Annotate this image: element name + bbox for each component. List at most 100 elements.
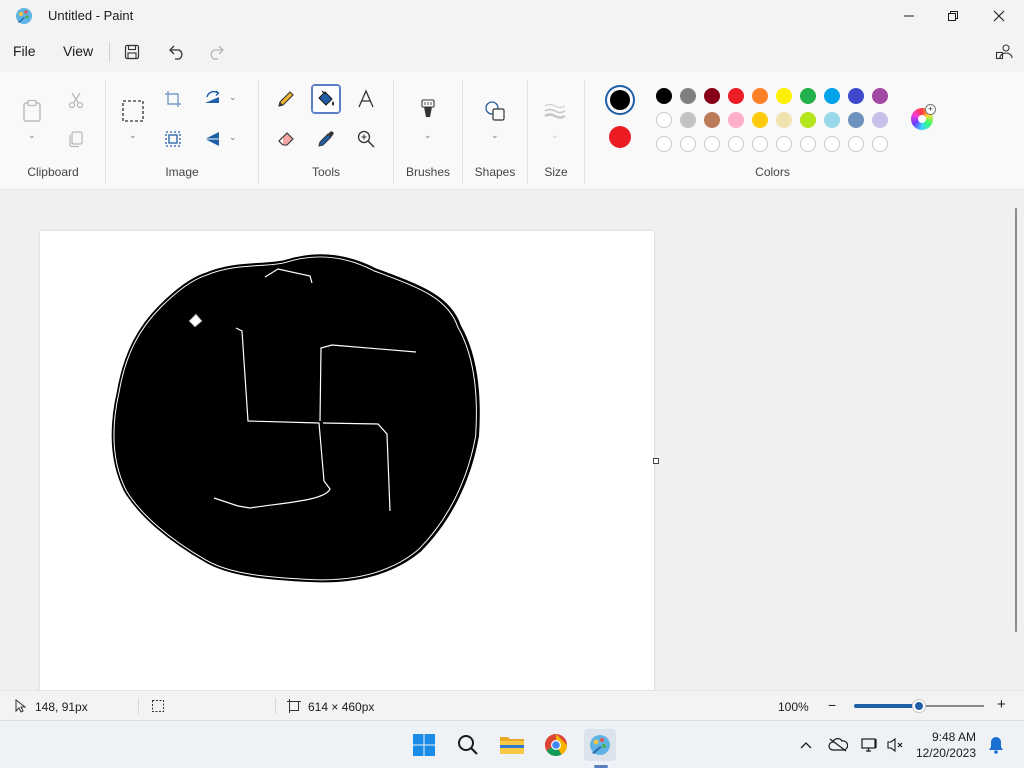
menu-view[interactable]: View [63,43,93,59]
paint-app-icon [14,6,34,26]
undo-button[interactable] [165,40,189,64]
undo-icon [169,45,183,60]
copy-button[interactable] [61,124,91,154]
pencil-tool[interactable] [271,84,301,114]
volume-button[interactable] [886,735,906,755]
custom-color-slot[interactable] [728,136,744,152]
palette-color-swatch[interactable] [680,112,696,128]
primary-color-swatch [610,90,630,110]
brushes-chevron-icon[interactable]: ⌄ [424,130,432,141]
black-filled-circle [111,254,480,583]
fill-tool[interactable] [311,84,341,114]
start-button[interactable] [408,729,440,761]
color-picker-tool[interactable] [311,124,341,154]
select-chevron-icon[interactable]: ⌄ [129,130,137,141]
secondary-color-button[interactable] [609,126,631,148]
custom-color-slot[interactable] [752,136,768,152]
edit-colors-button[interactable]: + [911,104,936,130]
account-button[interactable] [992,40,1016,64]
crop-button[interactable] [158,84,188,114]
flip-button[interactable] [198,124,228,154]
cut-button[interactable] [61,85,91,115]
size-chevron-icon[interactable]: ⌄ [551,130,559,141]
magnifier-tool[interactable] [351,124,381,154]
zoom-slider-thumb[interactable] [913,700,925,712]
shapes-group: ⌄ Shapes [463,72,527,190]
network-button[interactable] [860,735,880,755]
maximize-button[interactable] [930,0,976,32]
resize-button[interactable] [158,124,188,154]
shapes-chevron-icon[interactable]: ⌄ [491,130,499,141]
fill-bucket-icon [318,90,334,106]
brushes-button[interactable] [413,96,443,126]
palette-color-swatch[interactable] [728,88,744,104]
paste-chevron-icon[interactable]: ⌄ [28,130,36,141]
custom-color-slot[interactable] [704,136,720,152]
taskbar-clock[interactable]: 9:48 AM 12/20/2023 [912,729,976,761]
resize-handle-right[interactable] [653,458,659,464]
custom-color-slot[interactable] [800,136,816,152]
close-button[interactable] [976,0,1022,32]
copy-icon [69,131,83,148]
custom-color-slot[interactable] [680,136,696,152]
vertical-scrollbar[interactable] [1015,208,1017,632]
palette-color-swatch[interactable] [776,88,792,104]
zoom-in-button[interactable]: + [997,696,1006,713]
palette-color-swatch[interactable] [656,112,672,128]
paste-button[interactable] [17,96,47,126]
show-hidden-icons-button[interactable] [796,735,816,755]
palette-color-swatch[interactable] [872,88,888,104]
palette-color-swatch[interactable] [752,88,768,104]
redo-button[interactable] [204,40,228,64]
paint-taskbar-button[interactable] [584,729,616,761]
zoom-slider[interactable] [854,700,984,712]
primary-color-button[interactable] [605,85,635,115]
palette-color-swatch[interactable] [680,88,696,104]
file-explorer-button[interactable] [496,729,528,761]
flip-chevron-icon[interactable]: ⌄ [229,132,237,143]
palette-color-swatch[interactable] [704,112,720,128]
palette-color-swatch[interactable] [824,88,840,104]
rotate-chevron-icon[interactable]: ⌄ [229,92,237,103]
cut-icon [68,92,84,109]
palette-color-swatch[interactable] [704,88,720,104]
select-button[interactable] [118,96,148,126]
minimize-button[interactable] [886,0,932,32]
palette-color-swatch[interactable] [824,112,840,128]
onedrive-button[interactable] [828,735,848,755]
custom-color-slot[interactable] [824,136,840,152]
tools-group: Tools [259,72,393,190]
custom-color-slot[interactable] [872,136,888,152]
crop-icon [165,91,181,107]
save-button[interactable] [120,40,144,64]
palette-color-swatch[interactable] [656,88,672,104]
palette-color-swatch[interactable] [800,88,816,104]
palette-color-swatch[interactable] [848,88,864,104]
palette-color-swatch[interactable] [848,112,864,128]
custom-color-slot[interactable] [848,136,864,152]
custom-color-slot[interactable] [656,136,672,152]
paste-icon [23,99,41,122]
restore-icon [948,11,958,21]
save-icon [124,44,140,60]
palette-color-swatch[interactable] [872,112,888,128]
chrome-button[interactable] [540,729,572,761]
search-button[interactable] [452,729,484,761]
notifications-button[interactable] [986,735,1006,755]
rotate-button[interactable] [198,84,228,114]
size-group: ⌄ Size [528,72,584,190]
custom-color-slot[interactable] [776,136,792,152]
size-button[interactable] [540,96,570,126]
eraser-tool[interactable] [271,124,301,154]
text-tool[interactable] [351,84,381,114]
pencil-icon [278,91,294,107]
shapes-button[interactable] [480,96,510,126]
volume-muted-icon [887,737,903,753]
drawing-canvas[interactable] [40,231,659,691]
palette-color-swatch[interactable] [728,112,744,128]
palette-color-swatch[interactable] [800,112,816,128]
palette-color-swatch[interactable] [752,112,768,128]
zoom-out-button[interactable]: − [828,697,836,713]
palette-color-swatch[interactable] [776,112,792,128]
menu-file[interactable]: File [13,43,36,59]
